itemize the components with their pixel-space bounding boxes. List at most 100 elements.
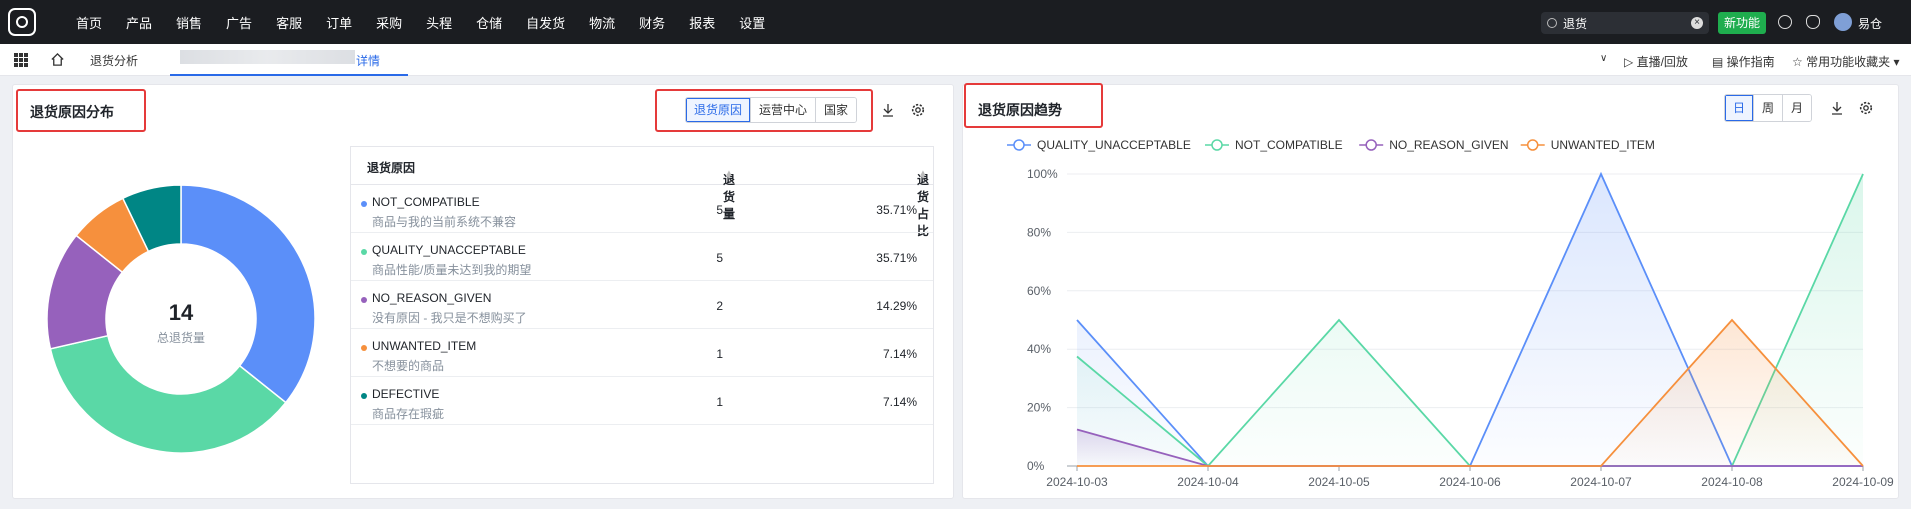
x-tick-label: 2024-10-06	[1439, 475, 1501, 489]
donut-slice-not-compatible[interactable]	[180, 185, 315, 404]
sort-icon[interactable]: ▲ ▼	[919, 169, 927, 181]
row-pct: 7.14%	[882, 395, 917, 409]
dimension-switch: 退货原因 运营中心 国家	[685, 97, 858, 123]
live-replay-link[interactable]: ▷ 直播/回放	[1624, 53, 1688, 70]
row-reason-desc: 没有原因 - 我只是不想购买了	[372, 311, 527, 325]
table-row: NOT_COMPATIBLE 商品与我的当前系统不兼容 5 35.71%	[351, 185, 933, 233]
search-icon	[1547, 18, 1557, 28]
app-logo[interactable]	[8, 8, 36, 36]
legend-dot	[361, 249, 367, 255]
x-tick-label: 2024-10-03	[1046, 475, 1108, 489]
svg-text:UNWANTED_ITEM: UNWANTED_ITEM	[1551, 138, 1655, 152]
row-reason-code: UNWANTED_ITEM	[372, 339, 477, 353]
seg-country[interactable]: 国家	[815, 98, 857, 122]
nav-item-sales[interactable]: 销售	[176, 13, 202, 32]
donut-total-label: 总退货量	[156, 331, 205, 345]
seg-day[interactable]: 日	[1725, 95, 1754, 121]
nav-item-purchase[interactable]: 采购	[376, 13, 402, 32]
tab-detail-active[interactable]: 详情	[170, 44, 408, 76]
nav-item-products[interactable]: 产品	[126, 13, 152, 32]
x-tick-label: 2024-10-08	[1701, 475, 1763, 489]
row-pct: 35.71%	[876, 251, 917, 265]
table-row: UNWANTED_ITEM 不想要的商品 1 7.14%	[351, 329, 933, 377]
tab-detail-label: 详情	[356, 54, 381, 68]
nav-item-service[interactable]: 客服	[276, 13, 302, 32]
legend-dot	[361, 393, 367, 399]
row-qty: 2	[716, 299, 723, 313]
reason-table: 退货原因 退货量 ▲ ▼ 退货占比 ▲ ▼ NOT_COMPATIBLE 商品与我的当前…	[350, 146, 934, 484]
tab-bar: 退货分析 详情 ∨ ▷ 直播/回放 ▤ 操作指南 ☆ 常用功能收藏夹 ▾	[0, 44, 1911, 76]
nav-item-selfship[interactable]: 自发货	[526, 13, 565, 32]
guide-link[interactable]: ▤ 操作指南	[1712, 53, 1775, 70]
chevron-down-icon[interactable]: ∨	[1600, 53, 1607, 64]
row-reason-desc: 商品性能/质量未达到我的期望	[372, 263, 532, 277]
panel-title: 退货原因分布	[30, 104, 114, 120]
x-tick-label: 2024-10-09	[1832, 475, 1894, 489]
seg-reason[interactable]: 退货原因	[686, 98, 751, 122]
table-row: NO_REASON_GIVEN 没有原因 - 我只是不想购买了 2 14.29%	[351, 281, 933, 329]
nav-item-ads[interactable]: 广告	[226, 13, 252, 32]
legend-item-not-compatible[interactable]: NOT_COMPATIBLE	[1205, 138, 1343, 152]
user-avatar[interactable]	[1834, 13, 1852, 31]
global-search-input[interactable]: 退货 ×	[1541, 12, 1709, 34]
legend-item-no-reason-given[interactable]: NO_REASON_GIVEN	[1359, 138, 1509, 152]
nav-item-reports[interactable]: 报表	[689, 13, 715, 32]
gear-icon[interactable]	[911, 103, 925, 117]
gear-icon[interactable]	[1859, 101, 1873, 115]
nav-item-warehouse[interactable]: 仓储	[476, 13, 502, 32]
nav-item-firstleg[interactable]: 头程	[426, 13, 452, 32]
svg-text:QUALITY_UNACCEPTABLE: QUALITY_UNACCEPTABLE	[1037, 138, 1191, 152]
row-reason-desc: 商品存在瑕疵	[372, 407, 445, 421]
trend-line-chart: QUALITY_UNACCEPTABLE NOT_COMPATIBLE NO_REA…	[1007, 138, 1894, 489]
row-pct: 35.71%	[876, 203, 917, 217]
headset-icon[interactable]	[1806, 15, 1820, 29]
legend-dot	[361, 345, 367, 351]
apps-grid-icon[interactable]	[14, 53, 28, 67]
y-tick-label: 60%	[1027, 284, 1051, 298]
legend-dot	[361, 201, 367, 207]
user-name[interactable]: 易仓	[1858, 15, 1882, 32]
nav-item-finance[interactable]: 财务	[639, 13, 665, 32]
row-qty: 1	[716, 395, 723, 409]
seg-ops-center[interactable]: 运营中心	[750, 98, 816, 122]
table-row: DEFECTIVE 商品存在瑕疵 1 7.14%	[351, 377, 933, 425]
download-icon[interactable]	[881, 103, 895, 117]
table-row: QUALITY_UNACCEPTABLE 商品性能/质量未达到我的期望 5 35…	[351, 233, 933, 281]
nav-item-orders[interactable]: 订单	[326, 13, 352, 32]
top-navbar: 首页 产品 销售 广告 客服 订单 采购 头程 仓储 自发货 物流 财务 报表 …	[0, 0, 1911, 44]
download-icon[interactable]	[1778, 15, 1792, 29]
new-feature-button[interactable]: 新功能	[1718, 12, 1767, 34]
legend-item-quality-unacceptable[interactable]: QUALITY_UNACCEPTABLE	[1007, 138, 1191, 152]
home-icon[interactable]	[50, 52, 65, 67]
nav-item-home[interactable]: 首页	[76, 13, 102, 32]
seg-month[interactable]: 月	[1782, 95, 1812, 121]
row-pct: 14.29%	[876, 299, 917, 313]
blurred-tab-title	[180, 50, 355, 64]
granularity-switch: 日 周 月	[1724, 94, 1813, 122]
sort-icon[interactable]: ▲ ▼	[725, 169, 733, 181]
seg-week[interactable]: 周	[1753, 95, 1783, 121]
tab-return-analysis[interactable]: 退货分析	[90, 52, 138, 69]
y-tick-label: 0%	[1027, 459, 1045, 473]
table-header: 退货原因 退货量 ▲ ▼ 退货占比 ▲ ▼	[351, 147, 933, 238]
svg-text:NO_REASON_GIVEN: NO_REASON_GIVEN	[1389, 138, 1508, 152]
legend-item-unwanted-item[interactable]: UNWANTED_ITEM	[1520, 138, 1655, 152]
x-tick-label: 2024-10-05	[1308, 475, 1370, 489]
y-tick-label: 20%	[1027, 401, 1051, 415]
row-reason-code: DEFECTIVE	[372, 387, 440, 401]
clear-search-icon[interactable]: ×	[1691, 17, 1703, 29]
svg-text:NOT_COMPATIBLE: NOT_COMPATIBLE	[1235, 138, 1343, 152]
row-reason-desc: 不想要的商品	[372, 359, 445, 373]
donut-total-value: 14	[168, 300, 194, 325]
table-body: NOT_COMPATIBLE 商品与我的当前系统不兼容 5 35.71% QUA…	[351, 185, 933, 425]
nav-item-logistics[interactable]: 物流	[589, 13, 615, 32]
favorites-link[interactable]: ☆ 常用功能收藏夹 ▾	[1792, 53, 1899, 70]
row-reason-desc: 商品与我的当前系统不兼容	[372, 215, 517, 229]
row-qty: 5	[716, 203, 723, 217]
row-qty: 5	[716, 251, 723, 265]
nav-item-settings[interactable]: 设置	[739, 13, 765, 32]
y-tick-label: 80%	[1027, 225, 1051, 239]
row-reason-code: NO_REASON_GIVEN	[372, 291, 492, 305]
row-qty: 1	[716, 347, 723, 361]
download-icon[interactable]	[1830, 101, 1844, 115]
